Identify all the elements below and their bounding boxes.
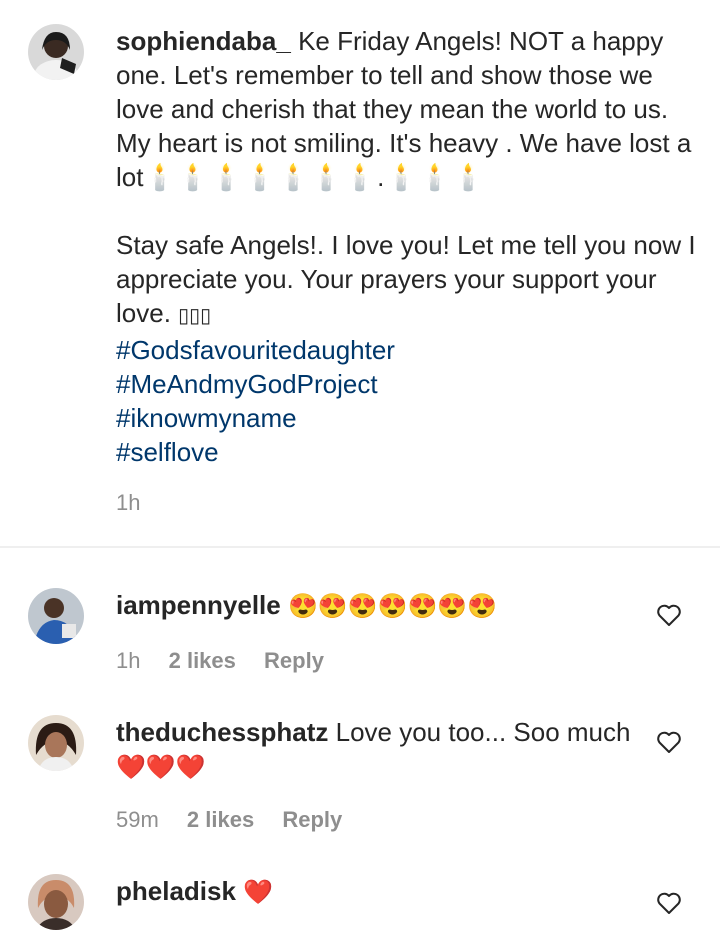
avatar[interactable] <box>28 588 84 644</box>
hashtag-link[interactable]: #Godsfavouritedaughter <box>116 333 696 367</box>
avatar[interactable] <box>28 874 84 930</box>
hashtag-link[interactable]: #iknowmyname <box>116 401 696 435</box>
comment-username[interactable]: iampennyelle <box>116 590 281 620</box>
heart-outline-icon <box>657 892 681 914</box>
caption-text: sophiendaba_ Ke Friday Angels! NOT a hap… <box>116 24 696 469</box>
avatar-image <box>28 874 84 930</box>
comment-timestamp: 1h <box>116 648 141 673</box>
like-button[interactable] <box>656 603 682 627</box>
caption-timestamp: 1h <box>116 490 141 515</box>
comment-emoji: ❤️ <box>243 879 274 906</box>
comment-username[interactable]: theduchessphatz <box>116 717 328 747</box>
candle-emojis: 🕯️🕯️🕯️🕯️🕯️🕯️🕯️.🕯️🕯️🕯️ <box>143 162 486 192</box>
comment-emoji: ❤️❤️❤️ <box>116 754 206 781</box>
avatar[interactable] <box>28 24 84 80</box>
hashtag-link[interactable]: #selflove <box>116 435 696 469</box>
comment-timestamp: 59m <box>116 807 159 832</box>
avatar[interactable] <box>28 715 84 771</box>
avatar-image <box>28 24 84 80</box>
like-button[interactable] <box>656 730 682 754</box>
comment-body: Love you too... Soo much <box>335 717 631 747</box>
comment-meta: 1h 2 likes Reply <box>116 648 346 674</box>
heart-outline-icon <box>657 731 681 753</box>
comment-text: pheladisk ❤️ <box>116 874 636 910</box>
divider <box>0 546 720 548</box>
likes-count[interactable]: 2 likes <box>187 807 254 832</box>
caption-body-2-emoji: ▯▯▯ <box>178 305 212 327</box>
hashtag-link[interactable]: #MeAndmyGodProject <box>116 367 696 401</box>
comment-username[interactable]: pheladisk <box>116 876 236 906</box>
reply-button[interactable]: Reply <box>282 807 342 832</box>
comment-emoji: 😍😍😍😍😍😍😍 <box>287 593 498 620</box>
comment-text: theduchessphatz Love you too... Soo much… <box>116 715 636 785</box>
caption-username[interactable]: sophiendaba_ <box>116 26 291 56</box>
avatar-image <box>28 715 84 771</box>
reply-button[interactable]: Reply <box>264 648 324 673</box>
comment-meta: 59m 2 likes Reply <box>116 807 364 833</box>
heart-outline-icon <box>657 604 681 626</box>
like-button[interactable] <box>656 891 682 915</box>
comment-text: iampennyelle 😍😍😍😍😍😍😍 <box>116 588 636 624</box>
likes-count[interactable]: 2 likes <box>169 648 236 673</box>
caption-block: sophiendaba_ Ke Friday Angels! NOT a hap… <box>0 0 720 546</box>
avatar-image <box>28 588 84 644</box>
